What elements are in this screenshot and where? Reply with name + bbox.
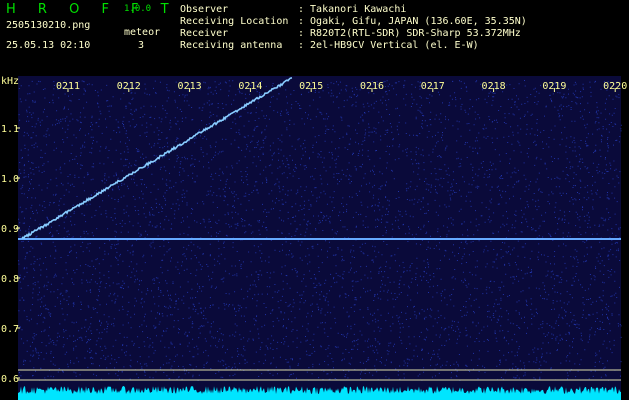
spectrogram: kHz 0211 0212 0213 0214 0215 0216 0217 0218 0219 0… xyxy=(1,76,627,400)
app-version: 1.0.0 xyxy=(124,4,152,14)
meteor-label: meteor xyxy=(124,27,161,38)
station-info: Observer: Takanori Kawachi Receiving Loc… xyxy=(180,4,527,52)
time-tick-label: 0214 xyxy=(238,81,262,92)
time-tick-label: 0218 xyxy=(482,81,506,92)
time-tick-label: 0212 xyxy=(117,81,141,92)
info-receiver: Receiver: R820T2(RTL-SDR) SDR-Sharp 53.3… xyxy=(180,28,521,39)
freq-tick-label: 0.7 xyxy=(1,324,19,335)
time-tick-label: 0216 xyxy=(360,81,384,92)
file-name: 2505130210.png xyxy=(6,20,91,31)
time-tick-label: 0219 xyxy=(542,81,566,92)
meteor-count: 3 xyxy=(138,40,145,51)
info-observer: Observer: Takanori Kawachi xyxy=(180,4,407,15)
freq-tick-label: 1.1 xyxy=(1,124,19,135)
time-tick-label: 0215 xyxy=(299,81,323,92)
time-tick-label: 0220 xyxy=(603,81,627,92)
freq-tick-label: 1.0 xyxy=(1,174,19,185)
app-title: H R O F F T xyxy=(6,2,178,17)
time-tick-label: 0217 xyxy=(421,81,445,92)
unit-label: kHz xyxy=(1,76,19,87)
info-antenna: Receiving antenna: 2el-HB9CV Vertical (e… xyxy=(180,40,479,51)
freq-tick-label: 0.9 xyxy=(1,224,19,235)
freq-tick-label: 0.6 xyxy=(1,374,19,385)
freq-tick-label: 0.8 xyxy=(1,274,19,285)
header-panel: H R O F F T 1.0.0 2505130210.png 25.05.1… xyxy=(0,0,629,76)
timestamp: 25.05.13 02:10 xyxy=(6,40,91,51)
info-location: Receiving Location: Ogaki, Gifu, JAPAN (… xyxy=(180,16,527,27)
time-tick-label: 0211 xyxy=(56,81,80,92)
time-tick-label: 0213 xyxy=(178,81,202,92)
